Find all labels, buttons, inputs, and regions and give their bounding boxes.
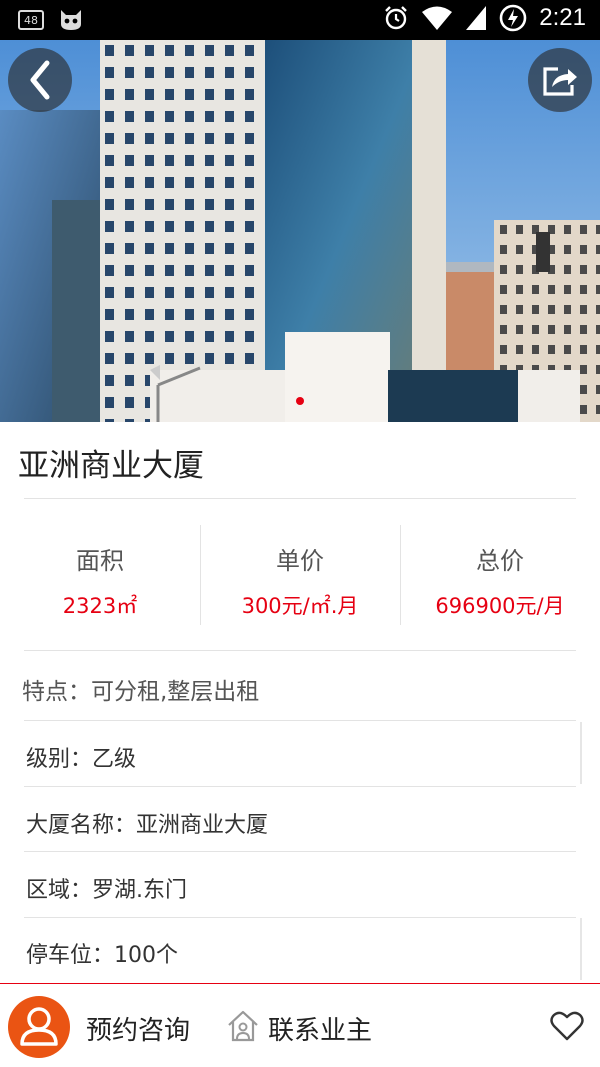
scroll-edge	[580, 918, 582, 980]
bottom-action-bar: 预约咨询 联系业主	[0, 983, 600, 1067]
status-bar: 48 2:21	[0, 0, 600, 40]
stat-area: 面积 2323㎡	[0, 525, 200, 625]
battery-charging-icon	[499, 4, 527, 32]
stat-total-price: 总价 696900元/月	[400, 525, 600, 625]
building-photo	[0, 40, 600, 422]
share-icon	[543, 67, 577, 96]
detail-grade: 级别：乙级	[26, 747, 137, 772]
property-stats: 面积 2323㎡ 单价 300元/㎡.月 总价 696900元/月	[0, 525, 600, 625]
signal-icon	[466, 6, 487, 30]
detail-building-name: 大厦名称：亚洲商业大厦	[26, 813, 269, 838]
stat-area-label: 面积	[76, 547, 124, 575]
property-features: 特点：可分租,整层出租	[22, 679, 260, 705]
divider	[24, 917, 576, 918]
stat-area-value: 2323㎡	[62, 594, 138, 618]
divider	[24, 786, 576, 787]
back-button[interactable]	[8, 48, 72, 112]
property-title: 亚洲商业大厦	[18, 448, 204, 484]
chevron-left-icon	[30, 60, 50, 100]
stat-total-price-label: 总价	[476, 547, 524, 575]
notification-count-badge: 48	[18, 10, 44, 30]
person-avatar-icon[interactable]	[8, 996, 70, 1058]
detail-parking: 停车位：100个	[26, 943, 178, 968]
house-person-icon[interactable]	[225, 1008, 261, 1044]
divider	[24, 498, 576, 499]
detail-district: 区域：罗湖.东门	[26, 878, 187, 903]
wifi-icon	[422, 6, 453, 30]
stat-total-price-value: 696900元/月	[435, 594, 565, 618]
carousel-page-indicator	[296, 397, 304, 405]
scroll-edge	[580, 722, 582, 784]
divider	[24, 720, 576, 721]
heart-icon[interactable]	[550, 1010, 584, 1042]
alarm-icon	[385, 6, 408, 30]
clock-time: 2:21	[539, 4, 586, 31]
book-consultation-button[interactable]: 预约咨询	[86, 1010, 190, 1047]
share-button[interactable]	[528, 48, 592, 112]
property-photo-carousel[interactable]	[0, 40, 600, 422]
cat-robot-icon	[61, 10, 81, 30]
stat-unit-price-label: 单价	[276, 547, 324, 575]
divider	[24, 650, 576, 651]
stat-unit-price: 单价 300元/㎡.月	[200, 525, 400, 625]
contact-owner-button[interactable]: 联系业主	[268, 1010, 372, 1047]
divider	[24, 851, 576, 852]
stat-unit-price-value: 300元/㎡.月	[241, 594, 359, 618]
